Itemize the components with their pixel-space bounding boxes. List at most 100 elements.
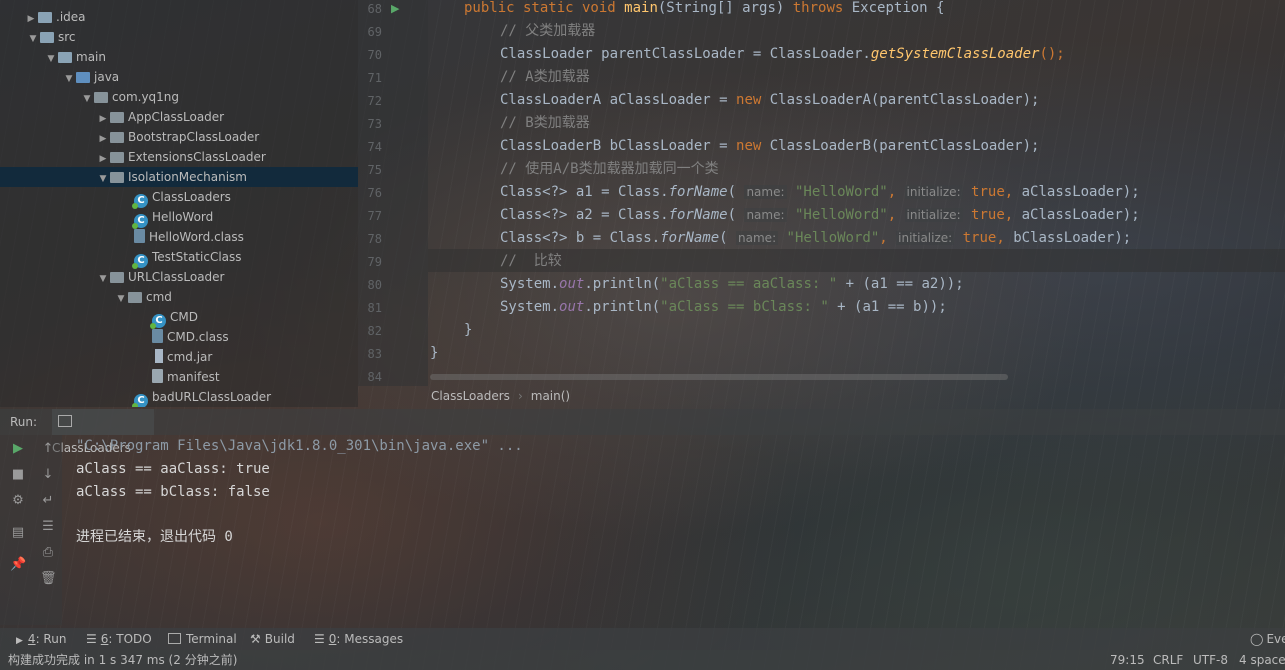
param-hint: initialize: [896, 231, 955, 245]
tree-item-com-yq1ng[interactable]: ▼ com.yq1ng [80, 87, 180, 109]
line-number: 83 [367, 347, 382, 361]
param-hint: initialize: [904, 185, 963, 199]
code-line-79: // 比较 [500, 253, 562, 269]
tree-item-cmd-package[interactable]: ▼ cmd [114, 287, 172, 307]
expanded-arrow-icon[interactable]: ▼ [62, 69, 76, 89]
run-main-icon[interactable]: ▶ [391, 2, 399, 15]
tree-item-teststaticclass[interactable]: C TestStaticClass [132, 247, 242, 269]
tree-item-helloword-class[interactable]: HelloWord.class [134, 227, 244, 247]
package-icon [110, 272, 124, 283]
expanded-arrow-icon[interactable]: ▼ [26, 29, 40, 49]
tree-item-cmd-class[interactable]: C CMD [150, 307, 198, 329]
status-message[interactable]: 构建成功完成 in 1 s 347 ms (2 分钟之前) [8, 650, 237, 670]
line-number: 80 [367, 278, 382, 292]
layout-icon[interactable]: ▤ [10, 525, 26, 541]
tree-item-appclassloader[interactable]: ▶ AppClassLoader [96, 107, 225, 129]
collapsed-arrow-icon[interactable]: ▶ [96, 109, 110, 129]
line-number: 72 [367, 94, 382, 108]
expanded-arrow-icon[interactable]: ▼ [80, 89, 94, 109]
code-line-71: // A类加载器 [500, 69, 590, 85]
scroll-to-end-icon[interactable]: ☰ [40, 519, 56, 535]
terminal-toolwindow-button[interactable]: Terminal [168, 628, 237, 650]
trash-icon[interactable]: 🗑 [40, 571, 57, 587]
rerun-icon[interactable]: ▶ [10, 441, 26, 457]
console-icon [58, 415, 72, 427]
console-line: aClass == aaClass: true [76, 461, 270, 477]
print-icon[interactable]: ⎙ [40, 545, 56, 561]
file-encoding[interactable]: UTF-8 [1193, 650, 1228, 670]
run-toolwindow-button[interactable]: ▶ 4: Run [16, 628, 66, 652]
tree-item-bootstrapclassloader[interactable]: ▶ BootstrapClassLoader [96, 127, 260, 149]
console-line: aClass == bClass: false [76, 484, 270, 500]
run-tab-classloaders[interactable]: ClassLoaders [52, 409, 154, 455]
code-line-83: } [430, 345, 439, 361]
class-icon: C [132, 214, 148, 229]
breadcrumb-method[interactable]: main() [531, 386, 570, 407]
tree-item-main[interactable]: ▼ main [44, 47, 106, 67]
package-icon [128, 292, 142, 303]
event-log-icon: ◯ [1250, 632, 1264, 646]
horizontal-scrollbar[interactable] [430, 374, 1008, 380]
stop-icon[interactable]: ■ [10, 467, 26, 483]
tree-item-urlclassloader[interactable]: ▼ URLClassLoader [96, 267, 225, 289]
line-number: 71 [367, 71, 382, 85]
tree-item-helloword[interactable]: C HelloWord [132, 207, 213, 229]
line-separator[interactable]: CRLF [1153, 650, 1183, 670]
tree-item-cmd-jar[interactable]: cmd.jar [152, 347, 212, 367]
tree-item-label: ClassLoaders [152, 190, 231, 204]
collapsed-arrow-icon[interactable]: ▶ [96, 149, 110, 169]
package-icon [110, 132, 124, 143]
expanded-arrow-icon[interactable]: ▼ [96, 169, 110, 189]
tree-item-classloaders[interactable]: C ClassLoaders [132, 187, 231, 209]
messages-toolwindow-button[interactable]: ☰ 0: Messages [314, 628, 403, 650]
settings-gear-icon[interactable]: ⚙ [10, 493, 26, 509]
package-icon [110, 172, 124, 183]
run-panel-header: Run: ClassLoaders [0, 409, 1285, 455]
code-line-74: ClassLoaderB bClassLoader = new ClassLoa… [500, 138, 1040, 154]
breadcrumb-class[interactable]: ClassLoaders [431, 386, 510, 407]
tree-item-isolationmechanism[interactable]: ▼ IsolationMechanism [0, 167, 358, 187]
collapsed-arrow-icon[interactable]: ▶ [96, 129, 110, 149]
tree-item-label: manifest [167, 370, 220, 384]
build-toolwindow-button[interactable]: ⚒ Build [250, 628, 295, 650]
project-tree[interactable]: ▶ .idea ▼ src ▼ main ▼ java ▼ com.yq1ng ▶ AppC… [0, 0, 358, 407]
soft-wrap-icon[interactable]: ↵ [40, 493, 56, 509]
folder-icon [40, 32, 54, 43]
tree-item-extensionsclassloader[interactable]: ▶ ExtensionsClassLoader [96, 147, 266, 167]
expanded-arrow-icon[interactable]: ▼ [96, 269, 110, 289]
arrow-down-icon[interactable]: ↓ [40, 467, 56, 483]
pin-icon[interactable]: 📌 [10, 557, 26, 573]
tree-item-label: cmd [146, 290, 172, 304]
line-number: 81 [367, 301, 382, 315]
tree-item-idea[interactable]: ▶ .idea [24, 7, 86, 27]
code-line-78: Class<?> b = Class.forName( name: "Hello… [500, 230, 1132, 246]
tree-item-badurlclassloader[interactable]: CbadURLClassLoader [132, 387, 271, 407]
tool-window-bar: ▶ 4: Run ☰ 6: TODO Terminal ⚒ Build ☰ 0: Mes… [0, 628, 1285, 650]
expanded-arrow-icon[interactable]: ▼ [114, 289, 128, 309]
class-file-icon [152, 329, 163, 343]
tree-item-manifest[interactable]: manifest [152, 367, 220, 387]
tree-item-src[interactable]: ▼ src [26, 27, 76, 47]
tree-item-cmd-classfile[interactable]: CMD.class [152, 327, 229, 347]
tree-item-label: BootstrapClassLoader [128, 130, 260, 144]
code-line-68: public static void main(String[] args) t… [464, 0, 945, 16]
collapsed-arrow-icon[interactable]: ▶ [24, 9, 38, 29]
event-log-button[interactable]: ◯ Eve [1250, 628, 1285, 650]
tree-item-java[interactable]: ▼ java [62, 67, 120, 89]
param-hint: initialize: [904, 208, 963, 222]
line-number: 84 [367, 370, 382, 384]
tree-item-label: com.yq1ng [112, 90, 180, 104]
hammer-icon: ⚒ [250, 632, 261, 646]
code-line-77: Class<?> a2 = Class.forName( name: "Hell… [500, 207, 1140, 223]
folder-icon [38, 12, 52, 23]
code-editor[interactable]: public static void main(String[] args) t… [428, 0, 1285, 386]
todo-toolwindow-button[interactable]: ☰ 6: TODO [86, 628, 152, 650]
caret-position[interactable]: 79:15 [1110, 650, 1145, 670]
folder-icon [58, 52, 72, 63]
indent-setting[interactable]: 4 space [1239, 650, 1285, 670]
expanded-arrow-icon[interactable]: ▼ [44, 49, 58, 69]
line-number: 79 [367, 255, 382, 269]
terminal-icon [168, 633, 181, 644]
line-number: 74 [367, 140, 382, 154]
arrow-up-icon[interactable]: ↑ [40, 441, 56, 457]
